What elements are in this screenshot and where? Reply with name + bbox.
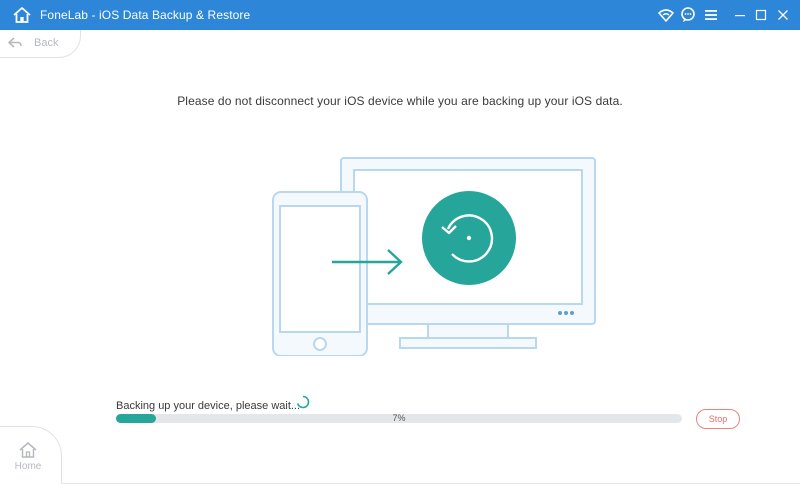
stop-button[interactable]: Stop	[696, 409, 740, 429]
wifi-icon[interactable]	[657, 6, 675, 24]
home-icon	[19, 442, 37, 458]
backup-illustration	[272, 157, 596, 356]
loading-spinner-icon	[296, 395, 310, 409]
back-bar: Back	[0, 30, 800, 58]
progress-percent: 7%	[392, 413, 406, 423]
back-arrow-icon	[8, 37, 22, 48]
home-button[interactable]: Home	[0, 426, 62, 484]
home-label: Home	[14, 461, 42, 472]
progress-status: Backing up your device, please wait...	[116, 395, 310, 412]
menu-icon[interactable]	[702, 6, 720, 24]
back-button[interactable]: Back	[0, 30, 81, 58]
progress-status-text: Backing up your device, please wait...	[116, 400, 301, 412]
app-home-icon	[13, 7, 31, 23]
back-label: Back	[34, 37, 59, 49]
minimize-icon[interactable]	[731, 6, 749, 24]
phone-illustration	[272, 191, 368, 356]
window-title: FoneLab - iOS Data Backup & Restore	[40, 8, 251, 22]
progress-bar: 7%	[116, 413, 682, 423]
close-icon[interactable]	[774, 6, 792, 24]
chat-icon[interactable]	[679, 6, 697, 24]
maximize-icon[interactable]	[752, 6, 770, 24]
backup-restore-icon	[422, 191, 516, 285]
warning-message: Please do not disconnect your iOS device…	[177, 94, 623, 108]
title-bar: FoneLab - iOS Data Backup & Restore	[0, 0, 800, 30]
